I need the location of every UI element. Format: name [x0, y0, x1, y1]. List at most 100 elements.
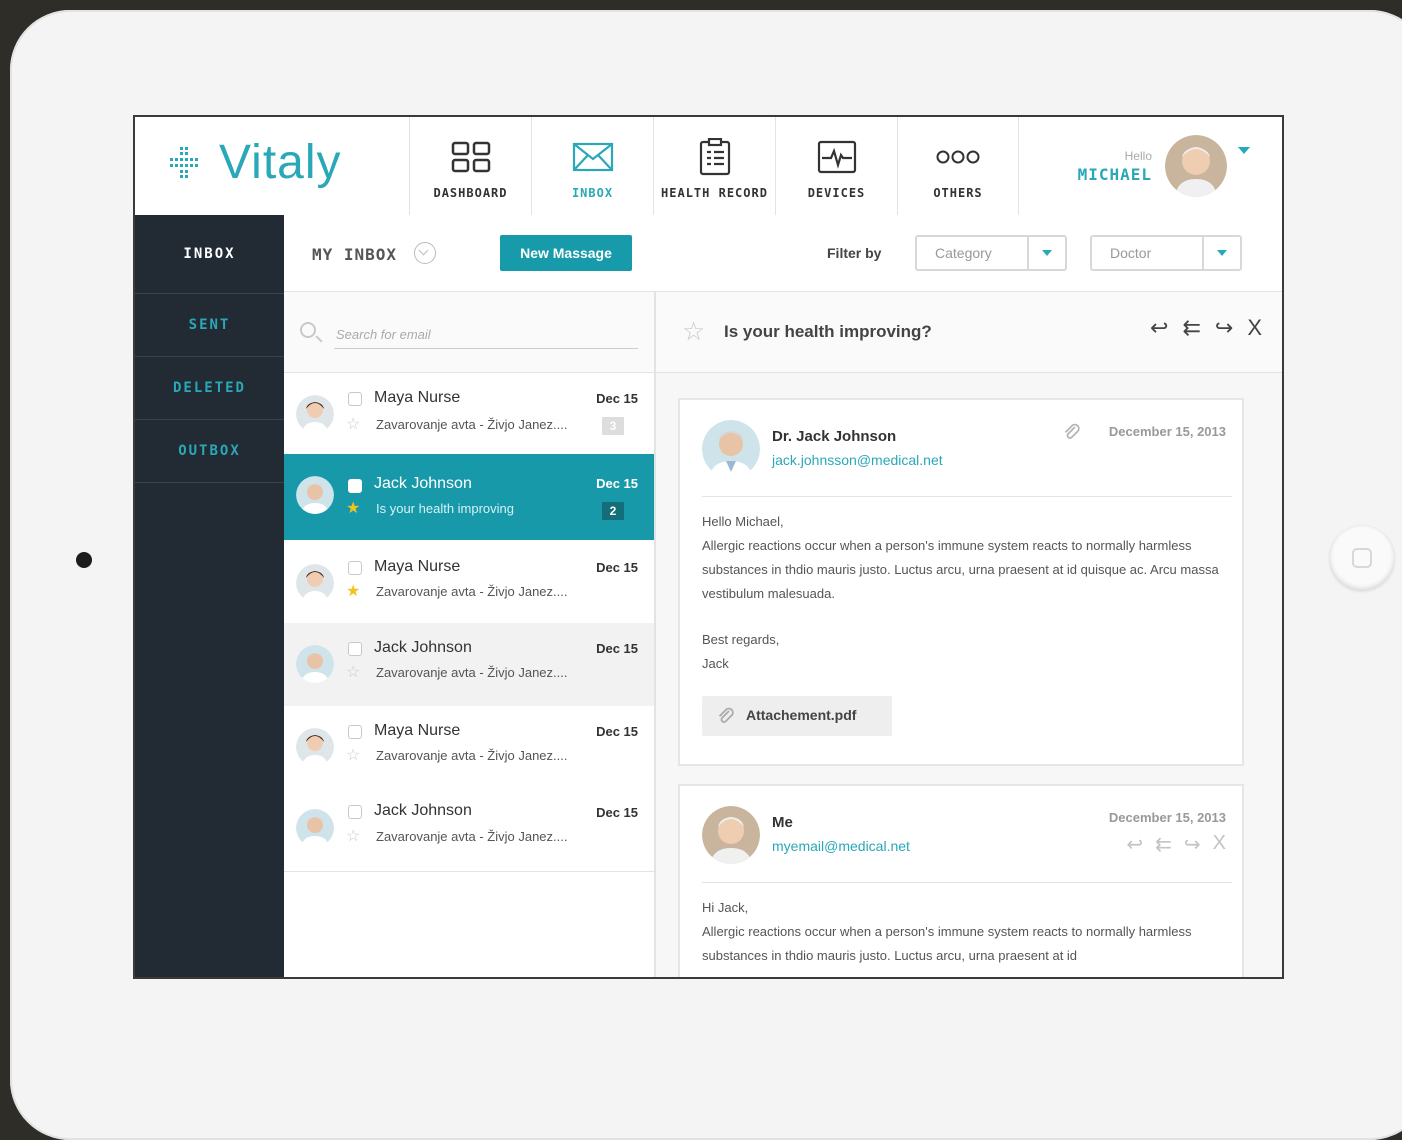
message-checkbox[interactable]	[348, 479, 362, 493]
nav-label: INBOX	[571, 186, 614, 200]
signature-text: Jack	[702, 656, 729, 671]
message-subject-title: Is your health improving?	[724, 322, 932, 341]
category-select[interactable]: Category	[915, 235, 1067, 271]
logo-cross-icon	[170, 147, 198, 178]
star-icon[interactable]: ☆	[346, 748, 360, 764]
nav-inbox[interactable]: INBOX	[531, 117, 653, 215]
message-date: Dec 15	[596, 560, 638, 575]
forward-icon[interactable]: ↪	[1184, 832, 1201, 857]
sidebar-item-deleted[interactable]: DELETED	[135, 357, 284, 420]
star-icon[interactable]: ★	[346, 501, 360, 517]
signoff-text: Best regards,	[702, 632, 780, 647]
avatar	[296, 809, 334, 847]
logo[interactable]: Vitaly	[135, 117, 409, 215]
doctor-select-value: Doctor	[1110, 245, 1152, 261]
nav-dashboard[interactable]: DASHBOARD	[409, 117, 531, 215]
paperclip-icon	[718, 707, 734, 723]
sender-name: Dr. Jack Johnson	[772, 428, 897, 445]
message-subject: Zavarovanje avta - Živjo Janez....	[376, 417, 568, 432]
nav-label: DEVICES	[807, 186, 866, 200]
avatar	[296, 564, 334, 602]
count-badge: 2	[602, 502, 624, 520]
message-date: Dec 15	[596, 641, 638, 656]
chevron-down-icon[interactable]	[1027, 237, 1065, 269]
count-badge: 3	[602, 417, 624, 435]
search-input[interactable]	[334, 320, 638, 349]
reply-icon[interactable]: ↩	[1126, 832, 1143, 857]
chevron-down-icon[interactable]	[1238, 147, 1250, 154]
app-screen: Vitaly DASHBOARD INBOX HEALTH RECORD DEV…	[133, 115, 1284, 979]
message-subject: Zavarovanje avta - Živjo Janez....	[376, 829, 568, 844]
message-date: Dec 15	[596, 391, 638, 406]
message-date: Dec 15	[596, 476, 638, 491]
message-subject: Is your health improving	[376, 501, 515, 516]
sender-name: Maya Nurse	[374, 722, 461, 739]
message-body: Hello Michael, Allergic reactions occur …	[702, 510, 1222, 676]
attachment-chip[interactable]: Attachement.pdf	[702, 696, 892, 736]
list-item[interactable]: Jack Johnson Dec 15 ★ Is your health imp…	[284, 454, 654, 541]
close-icon[interactable]: X	[1247, 316, 1262, 340]
divider	[702, 882, 1232, 883]
close-icon[interactable]: X	[1213, 832, 1226, 857]
star-icon[interactable]: ★	[346, 584, 360, 600]
message-checkbox[interactable]	[348, 725, 362, 739]
message-date: December 15, 2013	[1108, 424, 1226, 439]
nav-health-record[interactable]: HEALTH RECORD	[653, 117, 775, 215]
dashboard-grid-icon	[451, 138, 491, 176]
forward-icon[interactable]: ↪	[1215, 316, 1233, 340]
message-checkbox[interactable]	[348, 561, 362, 575]
nav-devices[interactable]: DEVICES	[775, 117, 897, 215]
search-icon	[300, 322, 316, 338]
envelope-icon	[572, 138, 614, 176]
reply-all-icon[interactable]: ⇇	[1155, 832, 1172, 857]
user-menu[interactable]: Hello MICHAEL	[1035, 117, 1282, 215]
reading-pane: ☆ Is your health improving? ↩ ⇇ ↪ X Dr. …	[656, 292, 1282, 977]
message-checkbox[interactable]	[348, 642, 362, 656]
sender-name: Maya Nurse	[374, 558, 461, 575]
star-icon[interactable]: ☆	[346, 417, 360, 433]
heartbeat-monitor-icon	[817, 138, 857, 176]
message-checkbox[interactable]	[348, 392, 362, 406]
reply-all-icon[interactable]: ⇇	[1182, 316, 1200, 340]
user-avatar[interactable]	[1165, 135, 1227, 197]
star-icon[interactable]: ☆	[682, 318, 705, 344]
star-icon[interactable]: ☆	[346, 829, 360, 845]
attachment-name: Attachement.pdf	[746, 707, 857, 723]
list-item[interactable]: Jack Johnson Dec 15 ☆ Zavarovanje avta -…	[284, 623, 654, 707]
sidebar-item-outbox[interactable]: OUTBOX	[135, 420, 284, 483]
sidebar-item-sent[interactable]: SENT	[135, 294, 284, 357]
doctor-select[interactable]: Doctor	[1090, 235, 1242, 271]
list-item[interactable]: Jack Johnson Dec 15 ☆ Zavarovanje avta -…	[284, 789, 654, 872]
greeting-text: Hello Michael,	[702, 514, 784, 529]
logo-text: Vitaly	[219, 136, 342, 189]
reading-header: ☆ Is your health improving? ↩ ⇇ ↪ X	[656, 292, 1282, 373]
message-date: Dec 15	[596, 724, 638, 739]
reply-icon[interactable]: ↩	[1150, 316, 1168, 340]
search-bar	[284, 292, 654, 373]
list-item[interactable]: Maya Nurse Dec 15 ★ Zavarovanje avta - Ž…	[284, 540, 654, 624]
avatar	[296, 645, 334, 683]
message-actions: ↩ ⇇ ↪ X	[1126, 832, 1226, 857]
chevron-down-icon[interactable]	[1202, 237, 1240, 269]
greeting-text: Hi Jack,	[702, 900, 749, 915]
message-date: December 15, 2013	[1108, 810, 1226, 825]
three-dots-icon	[936, 138, 980, 176]
sender-email-link[interactable]: myemail@medical.net	[772, 838, 910, 854]
star-icon[interactable]: ☆	[346, 665, 360, 681]
body-text: Allergic reactions occur when a person's…	[702, 538, 1219, 601]
avatar	[702, 420, 760, 478]
new-message-button[interactable]: New Massage	[500, 235, 632, 271]
list-item[interactable]: Maya Nurse Dec 15 ☆ Zavarovanje avta - Ž…	[284, 373, 654, 455]
avatar	[296, 476, 334, 514]
list-item[interactable]: Maya Nurse Dec 15 ☆ Zavarovanje avta - Ž…	[284, 706, 654, 790]
sender-email-link[interactable]: jack.johnsson@medical.net	[772, 452, 943, 468]
nav-others[interactable]: OTHERS	[897, 117, 1019, 215]
home-button[interactable]	[1330, 526, 1394, 590]
paperclip-icon	[1064, 423, 1080, 439]
message-list: Maya Nurse Dec 15 ☆ Zavarovanje avta - Ž…	[284, 292, 656, 977]
chevron-down-icon[interactable]	[414, 242, 436, 264]
sidebar-item-inbox[interactable]: INBOX	[135, 215, 284, 294]
message-checkbox[interactable]	[348, 805, 362, 819]
avatar	[702, 806, 760, 864]
user-greeting: Hello	[1124, 149, 1152, 163]
